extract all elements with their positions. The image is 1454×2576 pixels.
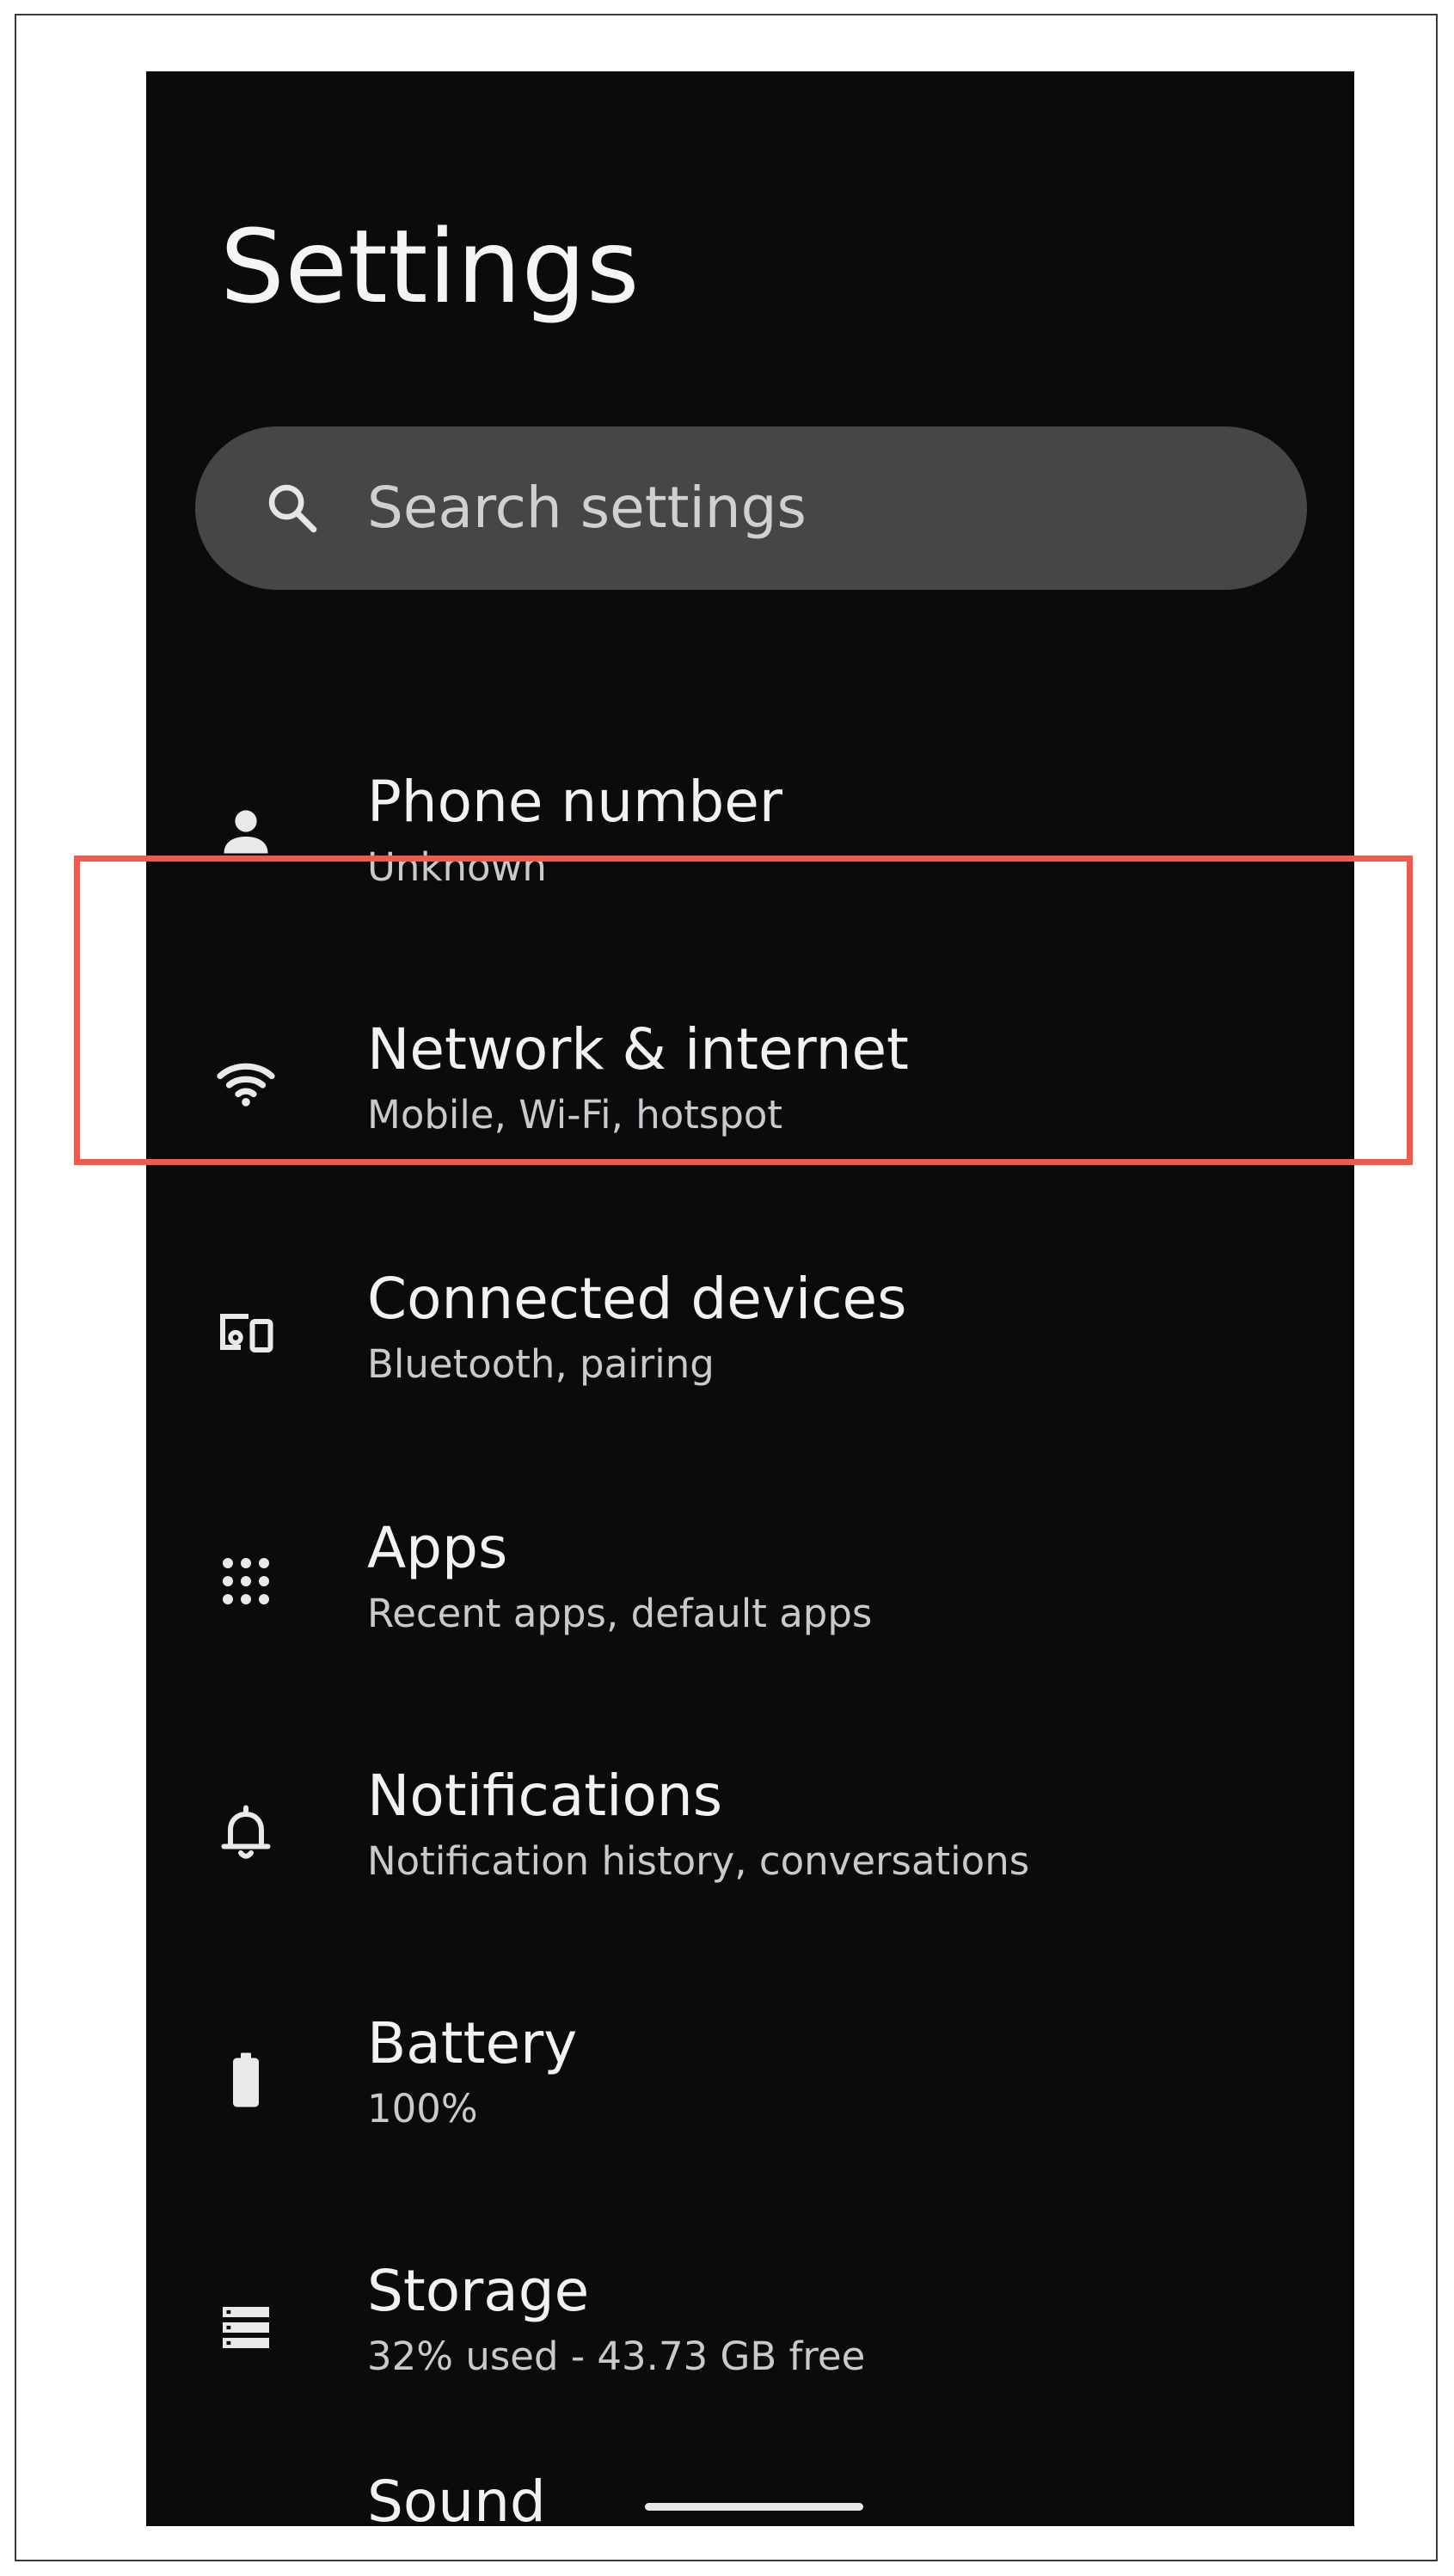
setting-title: Network & internet — [367, 1016, 909, 1083]
setting-title: Phone number — [367, 769, 783, 835]
storage-icon — [223, 2307, 269, 2348]
setting-item-apps[interactable]: Apps Recent apps, default apps — [146, 1438, 1354, 1636]
setting-title: Sound — [367, 2469, 546, 2526]
search-bar[interactable]: Search settings — [195, 426, 1307, 590]
setting-summary: Unknown — [367, 844, 547, 890]
search-icon — [268, 484, 317, 533]
setting-item-phone-number[interactable]: Phone number Unknown — [146, 690, 1354, 890]
setting-summary: Notification history, conversations — [367, 1838, 1030, 1884]
setting-item-storage[interactable]: Storage 32% used - 43.73 GB free — [146, 2181, 1354, 2379]
person-icon — [224, 810, 268, 854]
bell-icon — [221, 1805, 271, 1859]
connected-devices-icon — [220, 1314, 273, 1352]
setting-item-sound[interactable]: Sound — [146, 2429, 1354, 2526]
setting-title: Connected devices — [367, 1266, 907, 1332]
setting-summary: Recent apps, default apps — [367, 1591, 873, 1636]
setting-title: Battery — [367, 2010, 578, 2076]
setting-title: Apps — [367, 1515, 508, 1581]
setting-item-connected-devices[interactable]: Connected devices Bluetooth, pairing — [146, 1189, 1354, 1387]
setting-title: Storage — [367, 2258, 590, 2324]
battery-icon — [233, 2052, 259, 2107]
gesture-nav-handle[interactable] — [645, 2503, 863, 2511]
page-title: Settings — [220, 207, 640, 326]
setting-item-network-internet[interactable]: Network & internet Mobile, Wi-Fi, hotspo… — [146, 940, 1354, 1138]
settings-screen: Settings Search settings Phone number Un… — [146, 71, 1354, 2526]
setting-summary: 32% used - 43.73 GB free — [367, 2334, 866, 2379]
apps-grid-icon — [223, 1558, 269, 1604]
setting-summary: Bluetooth, pairing — [367, 1341, 715, 1387]
search-input[interactable]: Search settings — [367, 474, 807, 543]
setting-item-notifications[interactable]: Notifications Notification history, conv… — [146, 1686, 1354, 1884]
wifi-icon — [217, 1063, 275, 1107]
setting-summary: Mobile, Wi-Fi, hotspot — [367, 1092, 783, 1138]
setting-item-battery[interactable]: Battery 100% — [146, 1934, 1354, 2131]
setting-summary: 100% — [367, 2086, 478, 2131]
setting-title: Notifications — [367, 1763, 723, 1829]
